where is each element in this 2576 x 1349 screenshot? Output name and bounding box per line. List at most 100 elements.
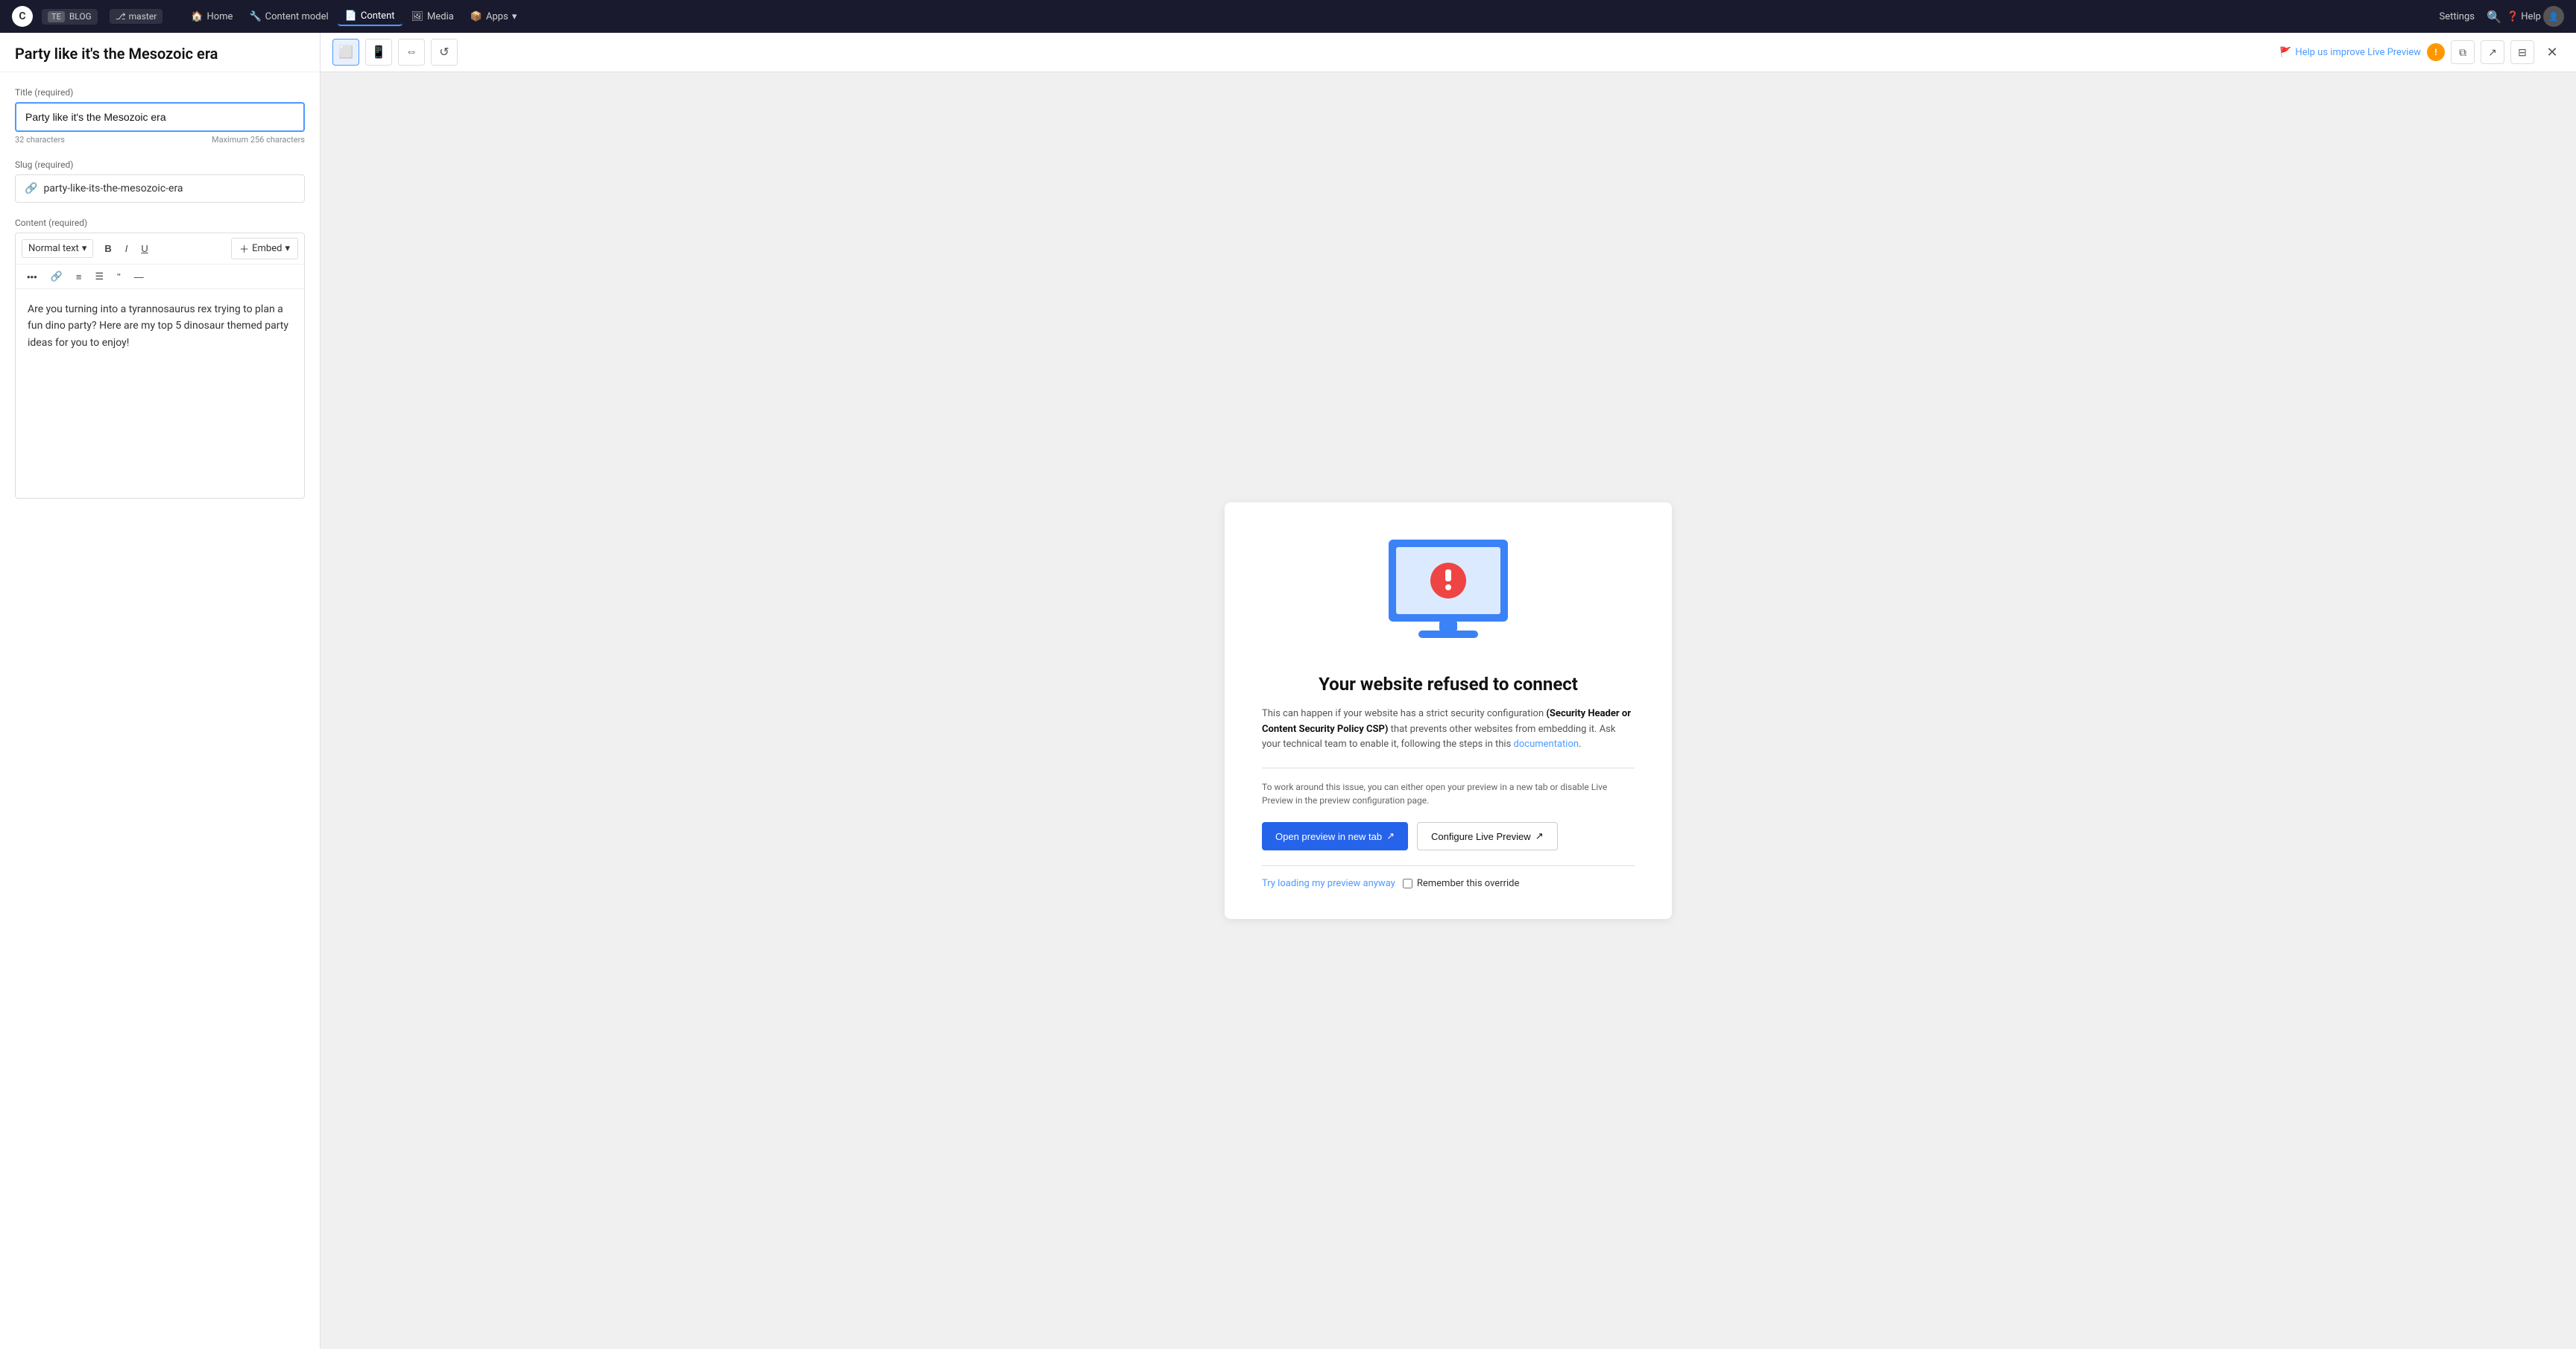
embed-plus-icon: ＋ — [239, 241, 249, 256]
nav-apps[interactable]: 📦 Apps ▾ — [463, 8, 525, 25]
error-divider-2 — [1262, 865, 1635, 866]
branch-icon: ⎇ — [116, 11, 126, 22]
help-circle-icon: ❓ — [2507, 11, 2519, 22]
open-preview-new-tab-button[interactable]: Open preview in new tab ↗ — [1262, 822, 1408, 850]
connection-error-card: Your website refused to connect This can… — [1225, 502, 1672, 919]
text-style-label: Normal text — [28, 243, 79, 254]
try-anyway-row: Try loading my preview anyway Remember t… — [1262, 878, 1635, 889]
bullet-list-button[interactable]: ≡ — [71, 268, 87, 285]
open-preview-label: Open preview in new tab — [1275, 831, 1382, 842]
content-icon: 📄 — [345, 10, 357, 22]
info-button[interactable]: ! — [2427, 43, 2445, 61]
workspace-badge[interactable]: TE BLOG — [42, 9, 98, 25]
try-loading-link[interactable]: Try loading my preview anyway — [1262, 878, 1395, 889]
slug-value: party-like-its-the-mesozoic-era — [43, 183, 183, 195]
form-area: Title (required) 32 characters Maximum 2… — [0, 72, 320, 1349]
settings-link[interactable]: Settings — [2440, 11, 2475, 22]
mobile-view-button[interactable]: 📱 — [365, 39, 392, 66]
main-layout: Party like it's the Mesozoic era Title (… — [0, 33, 2576, 1349]
toggle-split-button[interactable]: ⊟ — [2510, 40, 2534, 64]
content-label: Content (required) — [15, 218, 305, 228]
error-desc-part1: This can happen if your website has a st… — [1262, 708, 1546, 719]
rte-toolbar-row2: ••• 🔗 ≡ ☰ " — — [16, 265, 304, 289]
embed-chevron-icon: ▾ — [285, 243, 290, 254]
slug-label: Slug (required) — [15, 159, 305, 170]
title-input[interactable] — [15, 102, 305, 132]
rte-toolbar-row1: Normal text ▾ B I U ＋ Embed ▾ — [16, 233, 304, 265]
external-link-icon: ↗ — [1386, 830, 1395, 842]
quote-button[interactable]: " — [112, 268, 126, 285]
flag-icon: 🚩 — [2279, 47, 2291, 58]
configure-live-preview-button[interactable]: Configure Live Preview ↗ — [1417, 822, 1558, 850]
error-workaround: To work around this issue, you can eithe… — [1262, 780, 1635, 807]
apps-icon: 📦 — [470, 11, 482, 22]
branch-name: master — [129, 11, 157, 22]
error-desc-suffix: . — [1579, 739, 1581, 750]
help-label: Help — [2521, 11, 2541, 22]
error-action-buttons: Open preview in new tab ↗ Configure Live… — [1262, 822, 1635, 850]
live-preview-panel: ⬜ 📱 ⇔ ↺ 🚩 Help us improve Live Preview !… — [321, 33, 2576, 1349]
embed-button[interactable]: ＋ Embed ▾ — [231, 238, 298, 259]
search-icon[interactable]: 🔍 — [2484, 6, 2504, 27]
rich-text-editor: Normal text ▾ B I U ＋ Embed ▾ — [15, 233, 305, 499]
rte-body-text: Are you turning into a tyrannosaurus rex… — [28, 301, 292, 351]
monitor-svg — [1374, 532, 1523, 651]
max-chars: Maximum 256 characters — [212, 135, 305, 145]
more-options-button[interactable]: ••• — [22, 268, 42, 285]
rte-content-area[interactable]: Are you turning into a tyrannosaurus rex… — [16, 289, 304, 498]
underline-button[interactable]: U — [136, 240, 153, 257]
help-button[interactable]: ❓ Help — [2513, 6, 2534, 27]
media-icon: 🖼 — [411, 11, 424, 22]
app-logo[interactable]: C — [12, 6, 33, 27]
dropdown-chevron-icon: ▾ — [82, 243, 87, 254]
configure-label: Configure Live Preview — [1431, 831, 1531, 842]
configure-external-icon: ↗ — [1535, 830, 1544, 842]
refresh-button[interactable]: ↺ — [431, 39, 458, 66]
content-editor-panel: Party like it's the Mesozoic era Title (… — [0, 33, 321, 1349]
branch-selector[interactable]: ⎇ master — [110, 9, 162, 24]
content-model-icon: 🔧 — [249, 11, 261, 22]
title-field-group: Title (required) 32 characters Maximum 2… — [15, 87, 305, 145]
home-icon: 🏠 — [191, 11, 203, 22]
documentation-link[interactable]: documentation — [1514, 739, 1579, 750]
link-button[interactable]: 🔗 — [45, 268, 68, 285]
help-improve-label: Help us improve Live Preview — [2295, 47, 2421, 58]
content-field-group: Content (required) Normal text ▾ B I U ＋ — [15, 218, 305, 499]
numbered-list-button[interactable]: ☰ — [89, 268, 109, 285]
error-illustration — [1262, 532, 1635, 651]
page-title: Party like it's the Mesozoic era — [0, 33, 320, 72]
apps-dropdown-icon: ▾ — [512, 11, 517, 22]
remember-label-text: Remember this override — [1417, 878, 1520, 889]
copy-link-button[interactable]: ⧉ — [2451, 40, 2475, 64]
divider-button[interactable]: — — [129, 268, 149, 285]
char-count: 32 characters — [15, 135, 65, 145]
title-label: Title (required) — [15, 87, 305, 98]
error-description: This can happen if your website has a st… — [1262, 707, 1635, 753]
slug-field-group: Slug (required) 🔗 party-like-its-the-mes… — [15, 159, 305, 203]
help-improve-link[interactable]: 🚩 Help us improve Live Preview — [2279, 47, 2421, 58]
error-title: Your website refused to connect — [1262, 674, 1635, 695]
split-view-button[interactable]: ⇔ — [398, 39, 425, 66]
desktop-view-button[interactable]: ⬜ — [332, 39, 359, 66]
nav-content[interactable]: 📄 Content — [338, 7, 402, 26]
slug-display: 🔗 party-like-its-the-mesozoic-era — [15, 174, 305, 203]
workspace-tag: TE — [48, 11, 65, 22]
nav-home[interactable]: 🏠 Home — [183, 8, 240, 25]
title-hint: 32 characters Maximum 256 characters — [15, 135, 305, 145]
bold-button[interactable]: B — [99, 240, 116, 257]
nav-media[interactable]: 🖼 Media — [404, 8, 461, 25]
link-icon: 🔗 — [25, 183, 37, 195]
close-preview-button[interactable]: ✕ — [2540, 40, 2564, 64]
nav-content-model[interactable]: 🔧 Content model — [242, 8, 335, 25]
preview-toolbar: ⬜ 📱 ⇔ ↺ 🚩 Help us improve Live Preview !… — [321, 33, 2576, 72]
top-navigation: C TE BLOG ⎇ master 🏠 Home 🔧 Content mode… — [0, 0, 2576, 33]
remember-override-checkbox[interactable] — [1403, 879, 1412, 888]
user-avatar[interactable]: 👤 — [2543, 6, 2564, 27]
workspace-name: BLOG — [69, 11, 92, 22]
text-style-dropdown[interactable]: Normal text ▾ — [22, 239, 93, 258]
remember-override-label: Remember this override — [1403, 878, 1520, 889]
embed-label: Embed — [252, 243, 282, 254]
italic-button[interactable]: I — [120, 240, 133, 257]
preview-content-area: Your website refused to connect This can… — [321, 72, 2576, 1349]
open-new-tab-icon-button[interactable]: ↗ — [2481, 40, 2504, 64]
